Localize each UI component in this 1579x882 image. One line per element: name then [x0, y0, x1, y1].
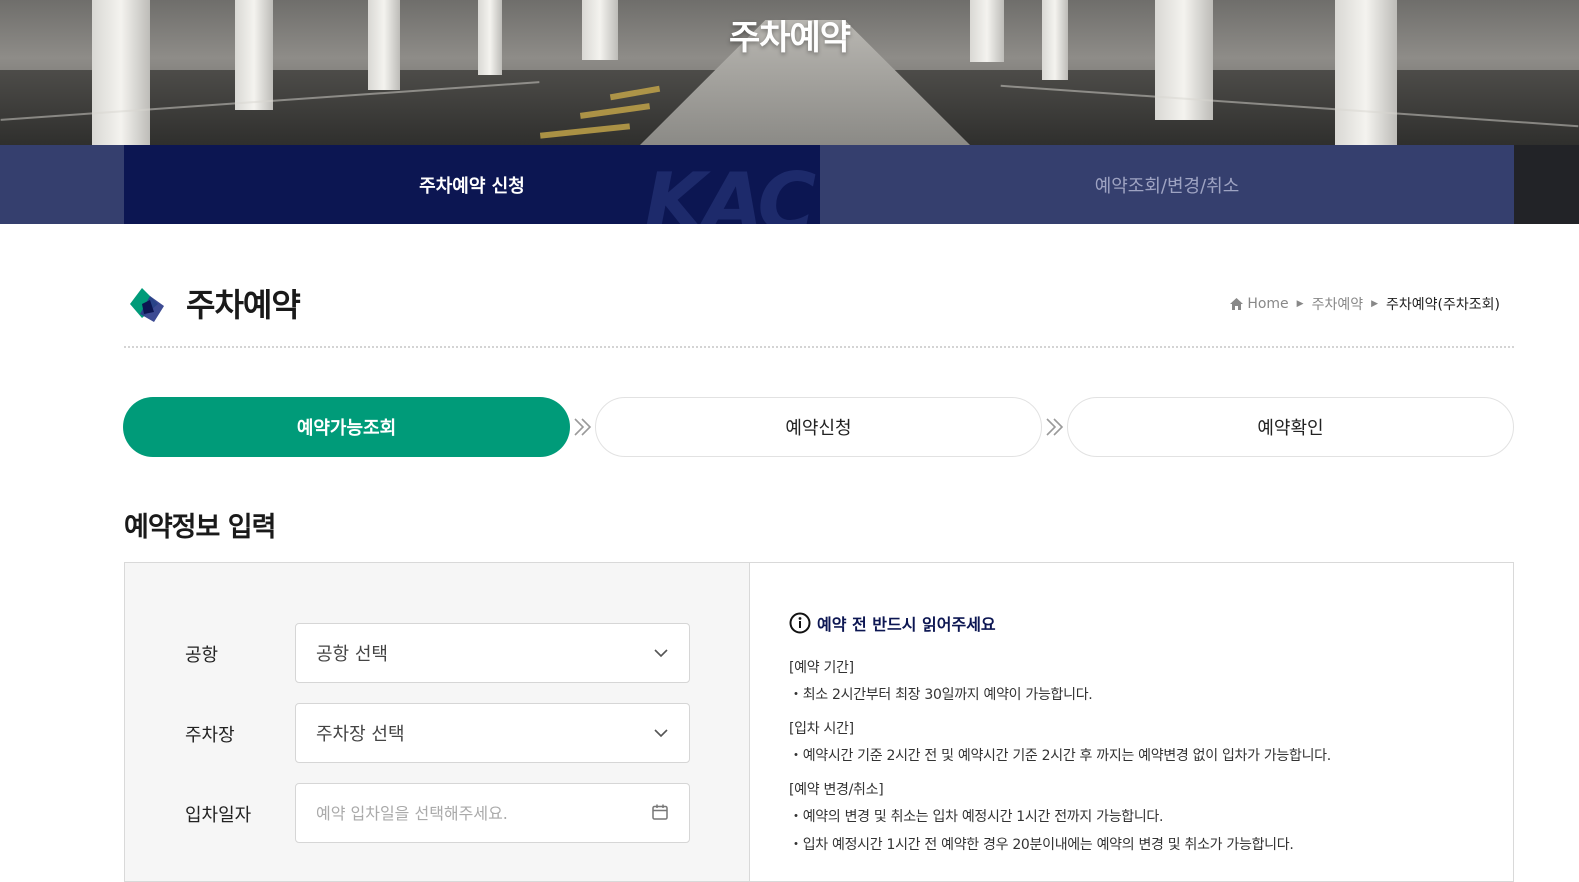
parking-select-value: 주차장 선택: [316, 724, 405, 745]
chevron-down-icon: [654, 649, 668, 658]
reservation-form-panel: 공항 공항 선택 주차장 주차장 선택 입차일자 예약 입차일을 선택해주세요.…: [124, 562, 1514, 882]
tab-reservation-lookup[interactable]: 예약조회/변경/취소: [820, 145, 1514, 224]
parking-label: 주차장: [185, 725, 235, 746]
entry-date-label: 입차일자: [185, 805, 252, 826]
page-title: 주차예약: [186, 286, 301, 324]
step-reservation-confirm: 예약확인: [1067, 397, 1514, 457]
section-title: 예약정보 입력: [124, 512, 276, 543]
parking-select[interactable]: 주차장 선택: [295, 703, 690, 763]
hero-title: 주차예약: [728, 18, 851, 58]
breadcrumb-separator-icon: ▶: [1371, 299, 1379, 309]
entry-date-input[interactable]: [295, 783, 690, 843]
double-chevron-right-icon: [1046, 418, 1064, 436]
breadcrumb: Home ▶ 주차예약 ▶ 주차예약(주차조회): [1230, 294, 1500, 314]
reservation-steps: 예약가능조회 예약신청 예약확인: [123, 397, 1514, 457]
chevron-down-icon: [654, 729, 668, 738]
notice-period-item: ・최소 2시간부터 최장 30일까지 예약이 가능합니다.: [789, 687, 1093, 703]
breadcrumb-level1[interactable]: 주차예약: [1312, 294, 1364, 314]
calendar-icon[interactable]: [651, 803, 669, 821]
breadcrumb-home[interactable]: Home: [1230, 296, 1289, 312]
tab-reservation-lookup-label: 예약조회/변경/취소: [1094, 175, 1240, 197]
breadcrumb-separator-icon: ▶: [1296, 299, 1304, 309]
step-availability-check: 예약가능조회: [123, 397, 570, 457]
step-reservation-apply: 예약신청: [595, 397, 1042, 457]
info-icon: [789, 612, 811, 634]
tab-reservation-apply[interactable]: KAC 주차예약 신청: [124, 145, 820, 224]
home-icon: [1230, 298, 1244, 310]
notice-entry-title: [입차 시간]: [789, 721, 854, 737]
reservation-tab-bar: KAC 주차예약 신청 예약조회/변경/취소: [0, 145, 1579, 224]
notice-change-item: ・예약의 변경 및 취소는 입차 예정시간 1시간 전까지 가능합니다.: [789, 809, 1164, 825]
notice-period-title: [예약 기간]: [789, 660, 854, 676]
hero-banner: 주차예약: [0, 0, 1579, 145]
notice-box: 예약 전 반드시 읽어주세요 [예약 기간] ・최소 2시간부터 최장 30일까…: [789, 611, 1489, 868]
notice-change-item: ・입차 예정시간 1시간 전 예약한 경우 20분이내에는 예약의 변경 및 취…: [789, 837, 1294, 853]
notice-entry-item: ・예약시간 기준 2시간 전 및 예약시간 기준 2시간 후 까지는 예약변경 …: [789, 748, 1331, 764]
tab-reservation-apply-label: 주차예약 신청: [419, 175, 525, 197]
airport-select[interactable]: 공항 선택: [295, 623, 690, 683]
tabbar-edge: [1514, 145, 1579, 224]
page-header: 주차예약 Home ▶ 주차예약 ▶ 주차예약(주차조회): [124, 278, 1514, 348]
kac-logo-icon: [130, 288, 164, 322]
notice-change: [예약 변경/취소] ・예약의 변경 및 취소는 입차 예정시간 1시간 전까지…: [789, 779, 1489, 854]
airport-select-value: 공항 선택: [316, 644, 388, 665]
airport-label: 공항: [185, 645, 219, 666]
breadcrumb-current: 주차예약(주차조회): [1386, 297, 1500, 313]
notice-change-title: [예약 변경/취소]: [789, 782, 884, 798]
notice-heading: 예약 전 반드시 읽어주세요: [789, 611, 1489, 635]
notice-heading-text: 예약 전 반드시 읽어주세요: [817, 615, 996, 634]
double-chevron-right-icon: [574, 418, 592, 436]
kac-watermark: KAC: [644, 156, 816, 225]
form-fields: 공항 공항 선택 주차장 주차장 선택 입차일자: [125, 563, 750, 881]
breadcrumb-home-label: Home: [1247, 296, 1289, 312]
notice-period: [예약 기간] ・최소 2시간부터 최장 30일까지 예약이 가능합니다.: [789, 657, 1489, 704]
notice-entry: [입차 시간] ・예약시간 기준 2시간 전 및 예약시간 기준 2시간 후 까…: [789, 718, 1489, 765]
